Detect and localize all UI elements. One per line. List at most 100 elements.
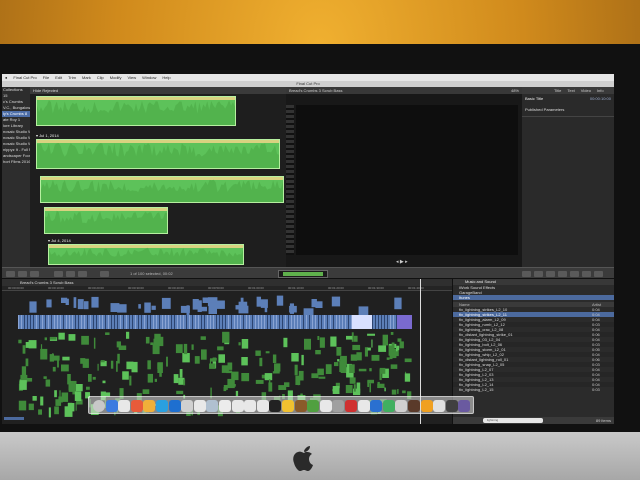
audio-clip[interactable]	[350, 354, 358, 361]
connected-clip[interactable]	[192, 299, 199, 310]
storyline-frame[interactable]	[339, 315, 340, 329]
audio-clip[interactable]	[153, 338, 160, 346]
dock-app-icon[interactable]	[445, 400, 458, 412]
audio-clip[interactable]	[319, 337, 325, 348]
connected-clip[interactable]	[289, 303, 294, 314]
connected-clip[interactable]	[331, 296, 341, 307]
audio-clip[interactable]	[386, 357, 390, 360]
inspector-tab[interactable]: Text	[567, 87, 574, 94]
dock-app-icon[interactable]	[319, 400, 332, 412]
dock-app-icon[interactable]	[269, 400, 282, 412]
storyline-frame[interactable]	[204, 315, 205, 329]
audio-clip[interactable]	[369, 368, 372, 372]
connected-clip[interactable]	[197, 306, 207, 312]
audio-clip[interactable]	[200, 336, 206, 340]
storyline-frame[interactable]	[378, 315, 379, 329]
storyline-frame[interactable]	[396, 315, 397, 329]
audio-clip[interactable]	[45, 379, 51, 387]
inspector-tab[interactable]: Info	[597, 87, 604, 94]
storyline-frame[interactable]	[246, 315, 247, 329]
audio-clip[interactable]	[390, 364, 398, 369]
audio-clip[interactable]	[397, 389, 399, 394]
storyline-frame[interactable]	[201, 315, 202, 329]
storyline-frame[interactable]	[153, 315, 154, 329]
menu-item[interactable]: Final Cut Pro	[13, 75, 36, 80]
audio-clip[interactable]	[399, 341, 404, 349]
audio-clip[interactable]	[339, 361, 347, 372]
audio-clip[interactable]	[68, 334, 76, 341]
storyline-frame[interactable]	[324, 315, 325, 329]
audio-clip[interactable]	[291, 353, 299, 362]
storyline-frame[interactable]	[285, 315, 286, 329]
storyline-frame[interactable]	[393, 315, 394, 329]
audio-clip[interactable]	[183, 343, 188, 355]
storyline-frame[interactable]	[147, 315, 148, 329]
storyline-frame[interactable]	[126, 315, 127, 329]
storyline-frame[interactable]	[189, 315, 190, 329]
storyline-frame[interactable]	[330, 315, 331, 329]
storyline-frame[interactable]	[384, 315, 385, 329]
storyline-frame[interactable]	[300, 315, 301, 329]
storyline-frame[interactable]	[36, 315, 37, 329]
storyline-frame[interactable]	[261, 315, 262, 329]
storyline-frame[interactable]	[111, 315, 112, 329]
audio-clip[interactable]	[227, 362, 233, 370]
audio-clip[interactable]	[117, 353, 120, 364]
audio-clip[interactable]	[28, 403, 34, 411]
browser-clip[interactable]	[36, 139, 280, 169]
storyline-frame[interactable]	[60, 315, 61, 329]
connected-clip[interactable]	[29, 301, 37, 313]
storyline-frame[interactable]	[99, 315, 100, 329]
apple-menu-icon[interactable]: ●	[5, 75, 7, 80]
audio-clip[interactable]	[318, 376, 326, 379]
audio-clip[interactable]	[377, 381, 380, 389]
audio-clip[interactable]	[369, 383, 372, 393]
storyline-frame[interactable]	[276, 315, 277, 329]
audio-clip[interactable]	[55, 399, 62, 406]
audio-clip[interactable]	[231, 371, 239, 381]
audio-clip[interactable]	[57, 356, 59, 368]
browser-clip[interactable]	[44, 207, 168, 234]
audio-clip[interactable]	[311, 373, 319, 379]
connected-clip[interactable]	[144, 302, 151, 313]
audio-clip[interactable]	[241, 357, 248, 366]
audio-clip[interactable]	[356, 352, 362, 361]
connected-clip[interactable]	[276, 295, 284, 306]
connected-clip[interactable]	[73, 297, 77, 308]
audio-clip[interactable]	[367, 333, 375, 336]
storyline-frame[interactable]	[195, 315, 196, 329]
audio-clip[interactable]	[48, 407, 51, 418]
audio-clip[interactable]	[102, 380, 106, 384]
menu-item[interactable]: File	[43, 75, 49, 80]
storyline-frame[interactable]	[162, 315, 163, 329]
audio-clip[interactable]	[371, 339, 373, 348]
audio-clip[interactable]	[229, 384, 236, 387]
audio-clip[interactable]	[217, 346, 224, 351]
storyline-frame[interactable]	[39, 315, 40, 329]
connected-clip[interactable]	[65, 298, 69, 305]
dock-app-icon[interactable]	[168, 400, 181, 412]
audio-clip[interactable]	[402, 390, 406, 394]
menu-item[interactable]: Mark	[82, 75, 91, 80]
audio-clip[interactable]	[54, 406, 59, 415]
menu-item[interactable]: Help	[162, 75, 170, 80]
storyline-frame[interactable]	[96, 315, 97, 329]
audio-clip[interactable]	[118, 345, 127, 351]
storyline-frame[interactable]	[174, 315, 175, 329]
storyline-frame[interactable]	[381, 315, 382, 329]
storyline-frame[interactable]	[240, 315, 241, 329]
storyline-frame[interactable]	[186, 315, 187, 329]
audio-clip[interactable]	[255, 379, 264, 384]
dock-app-icon[interactable]	[193, 400, 206, 412]
storyline-frame[interactable]	[291, 315, 292, 329]
storyline-frame[interactable]	[165, 315, 166, 329]
effects-button[interactable]	[522, 271, 531, 277]
storyline-frame[interactable]	[258, 315, 259, 329]
audio-clip[interactable]	[297, 377, 300, 386]
audio-clip[interactable]	[145, 336, 150, 344]
storyline-frame[interactable]	[69, 315, 70, 329]
storyline-frame[interactable]	[45, 315, 46, 329]
menu-item[interactable]: View	[128, 75, 137, 80]
audio-clip[interactable]	[397, 338, 402, 342]
audio-clip[interactable]	[75, 402, 77, 411]
